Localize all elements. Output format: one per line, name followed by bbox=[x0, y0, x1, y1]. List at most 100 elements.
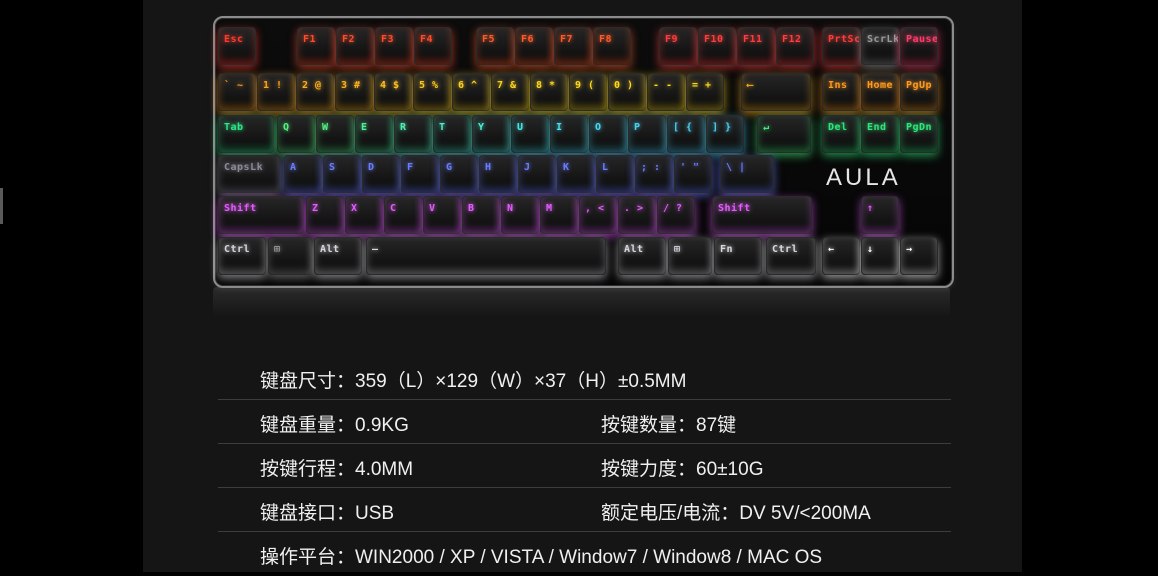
keyboard-reflection bbox=[213, 287, 950, 317]
key-cap: F9 bbox=[659, 27, 697, 65]
key-cap: W bbox=[316, 115, 354, 153]
key-cap: ` ~ bbox=[218, 73, 256, 111]
key-cap: ↑ bbox=[861, 196, 899, 234]
key-cap: R bbox=[394, 115, 432, 153]
key-cap: F7 bbox=[554, 27, 592, 65]
key-cap: Q bbox=[277, 115, 315, 153]
spec-row: 按键行程：4.0MM 按键力度：60±10G bbox=[218, 444, 951, 488]
key-cap: ↓ bbox=[861, 237, 899, 275]
key-cap: Y bbox=[472, 115, 510, 153]
key-cap: F6 bbox=[515, 27, 553, 65]
key-cap: Ins bbox=[822, 73, 860, 111]
spec-row: 键盘接口：USB 额定电压/电流：DV 5V/<200MA bbox=[218, 488, 951, 532]
key-cap: 6 ^ bbox=[452, 73, 490, 111]
key-cap: 1 ! bbox=[257, 73, 295, 111]
key-cap: PrtSc bbox=[822, 27, 860, 65]
spec-size: 键盘尺寸：359（L）×129（W）×37（H）±0.5MM bbox=[260, 371, 687, 392]
key-cap: K bbox=[557, 155, 595, 193]
key-cap: PgUp bbox=[900, 73, 938, 111]
key-cap: F12 bbox=[776, 27, 814, 65]
key-cap: Z bbox=[306, 196, 344, 234]
key-cap: 5 % bbox=[413, 73, 451, 111]
key-cap: ScrLk bbox=[861, 27, 899, 65]
spec-key-count: 按键数量：87键 bbox=[601, 415, 737, 436]
key-cap: O bbox=[589, 115, 627, 153]
spec-row: 键盘重量：0.9KG 按键数量：87键 bbox=[218, 400, 951, 444]
key-cap: F bbox=[401, 155, 439, 193]
key-cap: 9 ( bbox=[569, 73, 607, 111]
key-cap: End bbox=[861, 115, 899, 153]
key-cap: Del bbox=[822, 115, 860, 153]
key-cap: F2 bbox=[336, 27, 374, 65]
spec-table: 键盘尺寸：359（L）×129（W）×37（H）±0.5MM 键盘重量：0.9K… bbox=[218, 356, 951, 576]
key-cap: - - bbox=[647, 73, 685, 111]
key-cap: U bbox=[511, 115, 549, 153]
key-cap: \ | bbox=[720, 155, 774, 193]
key-cap: D bbox=[362, 155, 400, 193]
spec-travel: 按键行程：4.0MM bbox=[260, 459, 414, 480]
key-cap: Alt bbox=[314, 237, 362, 275]
key-cap: E bbox=[355, 115, 393, 153]
key-cap: F11 bbox=[737, 27, 775, 65]
key-cap: CapsLk bbox=[218, 155, 280, 193]
key-cap: X bbox=[345, 196, 383, 234]
spec-power: 额定电压/电流：DV 5V/<200MA bbox=[601, 503, 871, 524]
edge-marker bbox=[0, 188, 3, 224]
key-cap: F10 bbox=[698, 27, 736, 65]
key-cap: PgDn bbox=[900, 115, 938, 153]
key-cap: ' " bbox=[674, 155, 712, 193]
key-cap: N bbox=[501, 196, 539, 234]
key-cap: Ctrl bbox=[218, 237, 266, 275]
key-cap: Home bbox=[861, 73, 899, 111]
key-cap: 7 & bbox=[491, 73, 529, 111]
key-cap: — bbox=[366, 237, 606, 275]
key-cap: C bbox=[384, 196, 422, 234]
key-cap: ⟵ bbox=[741, 73, 811, 111]
key-cap: / ? bbox=[657, 196, 695, 234]
key-cap: 0 ) bbox=[608, 73, 646, 111]
key-cap: F8 bbox=[593, 27, 631, 65]
spec-force: 按键力度：60±10G bbox=[601, 459, 764, 480]
key-cap: Shift bbox=[712, 196, 812, 234]
key-cap: F3 bbox=[375, 27, 413, 65]
key-cap: ← bbox=[822, 237, 860, 275]
key-cap: → bbox=[900, 237, 938, 275]
key-cap: H bbox=[479, 155, 517, 193]
key-cap: [ { bbox=[667, 115, 705, 153]
key-cap: ↵ bbox=[757, 115, 811, 153]
key-cap: I bbox=[550, 115, 588, 153]
key-cap: 3 # bbox=[335, 73, 373, 111]
key-cap: . > bbox=[618, 196, 656, 234]
spec-weight: 键盘重量：0.9KG bbox=[260, 415, 409, 436]
key-cap: M bbox=[540, 196, 578, 234]
key-cap: Alt bbox=[618, 237, 666, 275]
spec-platform: 操作平台：WIN2000 / XP / VISTA / Window7 / Wi… bbox=[260, 547, 823, 568]
brand-logo: AULA bbox=[826, 164, 901, 191]
key-cap: ] } bbox=[706, 115, 744, 153]
key-cap: Tab bbox=[218, 115, 274, 153]
spec-interface: 键盘接口：USB bbox=[260, 503, 395, 524]
key-cap: ⊞ bbox=[268, 237, 312, 275]
key-cap: L bbox=[596, 155, 634, 193]
key-cap: P bbox=[628, 115, 666, 153]
spec-row: 操作平台：WIN2000 / XP / VISTA / Window7 / Wi… bbox=[218, 532, 951, 576]
key-cap: Esc bbox=[218, 27, 256, 65]
key-cap: ⊞ bbox=[668, 237, 712, 275]
key-cap: Fn bbox=[714, 237, 762, 275]
key-cap: F1 bbox=[297, 27, 335, 65]
key-cap: A bbox=[284, 155, 322, 193]
key-cap: , < bbox=[579, 196, 617, 234]
key-cap: F4 bbox=[414, 27, 452, 65]
key-cap: Ctrl bbox=[766, 237, 816, 275]
key-cap: J bbox=[518, 155, 556, 193]
key-cap: 8 * bbox=[530, 73, 568, 111]
key-cap: S bbox=[323, 155, 361, 193]
key-cap: B bbox=[462, 196, 500, 234]
key-cap: 2 @ bbox=[296, 73, 334, 111]
key-cap: Shift bbox=[218, 196, 304, 234]
spec-row: 键盘尺寸：359（L）×129（W）×37（H）±0.5MM bbox=[218, 356, 951, 400]
key-cap: G bbox=[440, 155, 478, 193]
key-cap: Pause bbox=[900, 27, 938, 65]
key-cap: ; : bbox=[635, 155, 673, 193]
key-cap: 4 $ bbox=[374, 73, 412, 111]
